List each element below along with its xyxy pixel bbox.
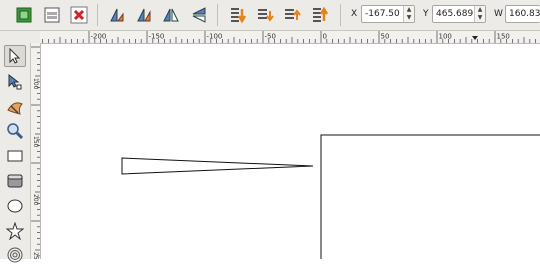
rotate-ccw-icon[interactable] bbox=[106, 4, 128, 26]
w-value: 160.83 bbox=[509, 9, 540, 19]
ruler-label: 0 bbox=[323, 33, 327, 41]
lower-to-bottom-icon[interactable] bbox=[227, 4, 249, 26]
ruler-label: 100 bbox=[439, 33, 452, 41]
zoom-tool-icon[interactable] bbox=[4, 120, 26, 142]
ruler-label: -200 bbox=[91, 33, 107, 41]
ruler-label: 100 bbox=[32, 78, 39, 90]
lower-icon[interactable] bbox=[41, 4, 63, 26]
top-toolbar: X -167.50 ▲ ▼ Y 465.689 ▲ ▼ W 160.83 bbox=[0, 0, 540, 31]
raise-one-step-icon[interactable] bbox=[281, 4, 303, 26]
x-spin-arrows[interactable]: ▲ ▼ bbox=[403, 6, 414, 22]
lower-one-step-icon[interactable] bbox=[254, 4, 276, 26]
wedge-shape[interactable] bbox=[121, 157, 314, 175]
vertical-ruler[interactable]: 100 150 200 250 bbox=[31, 43, 41, 264]
y-label: Y bbox=[423, 9, 429, 19]
raise-to-top-z-icon[interactable] bbox=[309, 4, 331, 26]
ruler-label: -100 bbox=[207, 33, 223, 41]
y-spinbox[interactable]: 465.689 ▲ ▼ bbox=[432, 5, 486, 23]
y-value: 465.689 bbox=[436, 9, 474, 19]
horizontal-ruler[interactable]: -200 -150 -100 -50 0 50 100 150 bbox=[40, 31, 540, 44]
x-value: -167.50 bbox=[365, 9, 400, 19]
rotate-cw-icon[interactable] bbox=[133, 4, 155, 26]
canvas-svg bbox=[121, 134, 540, 259]
w-spinbox[interactable]: 160.83 bbox=[505, 5, 540, 23]
star-tool-icon[interactable] bbox=[4, 220, 26, 242]
ruler-label: -150 bbox=[149, 33, 165, 41]
tweak-tool-icon[interactable] bbox=[4, 96, 26, 118]
y-spin-arrows[interactable]: ▲ ▼ bbox=[474, 6, 485, 22]
ruler-label: 150 bbox=[32, 136, 39, 148]
toolbox bbox=[0, 43, 31, 263]
ruler-pointer-icon bbox=[472, 36, 478, 40]
ruler-label: -50 bbox=[265, 33, 276, 41]
w-label: W bbox=[494, 9, 503, 19]
delete-icon[interactable] bbox=[68, 4, 90, 26]
ruler-label: 250 bbox=[32, 252, 39, 259]
rectangle-tool-icon[interactable] bbox=[4, 145, 26, 167]
ruler-label: 50 bbox=[381, 33, 390, 41]
x-spinbox[interactable]: -167.50 ▲ ▼ bbox=[361, 5, 415, 23]
ruler-label: 200 bbox=[32, 194, 39, 206]
selector-tool-icon[interactable] bbox=[4, 45, 26, 67]
raise-to-top-icon[interactable] bbox=[13, 4, 35, 26]
page-border bbox=[320, 134, 540, 259]
vertical-ruler-svg: 100 150 200 250 bbox=[31, 46, 40, 264]
box3d-tool-icon[interactable] bbox=[4, 170, 26, 192]
flip-horizontal-icon[interactable] bbox=[160, 4, 182, 26]
x-label: X bbox=[351, 9, 358, 19]
ruler-label: 150 bbox=[497, 33, 510, 41]
spiral-tool-icon[interactable] bbox=[4, 244, 26, 266]
node-tool-icon[interactable] bbox=[4, 71, 26, 93]
flip-vertical-icon[interactable] bbox=[188, 4, 210, 26]
ellipse-tool-icon[interactable] bbox=[4, 195, 26, 217]
horizontal-ruler-svg: -200 -150 -100 -50 0 50 100 150 bbox=[42, 31, 537, 43]
drawing-canvas[interactable] bbox=[41, 44, 540, 259]
